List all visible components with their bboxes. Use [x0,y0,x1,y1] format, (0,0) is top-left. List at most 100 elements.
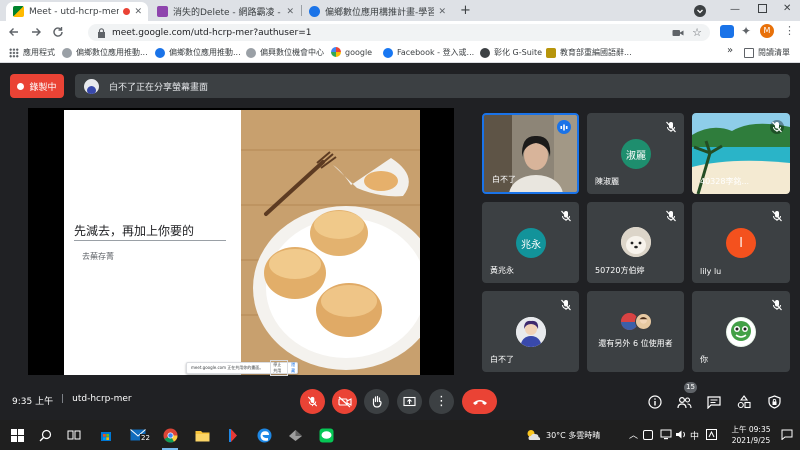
extensions-puzzle-icon[interactable]: ✦ [741,24,751,38]
microsoft-store-icon[interactable] [97,426,115,444]
chat-button[interactable] [704,392,724,412]
more-options-button[interactable]: ⋮ [429,389,454,414]
present-now-button[interactable] [397,389,422,414]
participant-tile-self[interactable]: 你 [692,291,790,372]
bookmark-label: 偏興數位機會中心 [260,48,324,57]
line-app-icon[interactable] [317,426,335,444]
tab-search-icon[interactable] [694,5,706,17]
participant-avatar: 淑麗 [621,139,651,169]
clock-date: 2021/9/25 [731,436,771,445]
back-icon[interactable] [8,26,20,38]
notification-center-icon[interactable] [781,429,793,440]
bookmark-item[interactable]: google [331,47,372,57]
address-bar[interactable]: meet.google.com/utd-hcrp-mer?authuser=1 … [88,24,710,41]
participant-tile[interactable]: l lily lu [692,202,790,283]
bookmark-star-icon[interactable]: ☆ [692,26,702,39]
tab-learning-center[interactable]: 偏鄉數位應用構推計畫-學習中心 ✕ [302,2,452,21]
raise-hand-button[interactable] [364,389,389,414]
browser-tab-strip: Meet - utd-hcrp-mer ✕ 消失的Delete - 網路霸凌 -… [0,0,800,21]
hangup-phone-icon [472,399,487,405]
more-vert-icon: ⋮ [435,394,448,409]
tab-meet[interactable]: Meet - utd-hcrp-mer ✕ [6,2,148,21]
reading-list-label: 閱讀清單 [758,48,790,57]
camera-blocked-icon[interactable] [672,28,684,38]
bookmarks-bar: 應用程式 偏鄉數位應用推動... 偏鄉數位應用推動... 偏興數位機會中心 go… [0,43,800,63]
forward-icon[interactable] [30,26,42,38]
close-icon[interactable]: ✕ [286,7,294,17]
meeting-info: 9:35 上午 | utd-hcrp-mer [12,394,132,407]
search-icon[interactable] [36,426,54,444]
show-hidden-icons-chevron-icon[interactable]: ︿ [629,428,638,441]
toggle-camera-button[interactable] [332,389,357,414]
stop-sharing-button[interactable]: 停止共用 [270,360,289,376]
menu-kebab-icon[interactable]: ⋮ [784,24,795,38]
bookmark-item[interactable]: 偏鄉數位應用推動... [155,47,241,58]
speaking-indicator-icon [557,120,571,134]
facebook-icon [383,47,393,58]
participant-tile[interactable]: 白不了 [482,291,579,372]
close-icon[interactable]: ✕ [134,7,142,17]
bookmark-item[interactable]: 偏興數位機會中心 [246,47,324,58]
ime-mode-icon[interactable] [706,429,717,440]
slide-divider [74,240,226,241]
share-notice-text: meet.google.com 正在共用你的畫面。 [191,365,264,370]
window-close-icon[interactable]: ✕ [783,3,791,14]
participant-tile-others[interactable]: 還有另外 6 位使用者 [587,291,684,372]
bookmark-item[interactable]: 偏鄉數位應用推動... [62,47,148,58]
task-view-icon[interactable] [65,426,83,444]
bookmark-item[interactable]: Facebook - 登入或... [383,47,474,58]
toggle-mic-button[interactable] [300,389,325,414]
close-icon[interactable]: ✕ [438,7,446,17]
app-diamond-icon[interactable] [286,426,304,444]
reading-list-button[interactable]: 閱讀清單 [744,47,790,58]
chrome-icon[interactable] [161,426,179,450]
activities-button[interactable] [734,392,754,412]
hide-notice-button[interactable]: 隱藏 [291,362,297,374]
weather-widget[interactable]: 30°C 多雲時晴 [526,429,600,441]
mic-off-icon [666,121,676,133]
onedrive-icon[interactable] [643,430,653,440]
participant-avatar: l [726,228,756,258]
minimize-icon[interactable]: — [730,4,740,15]
recording-indicator[interactable]: 錄製中 [10,74,64,98]
leave-call-button[interactable] [462,389,497,414]
participant-tile-speaking[interactable]: 白不了 [482,113,579,194]
participant-name: 白不了 [490,355,514,364]
meet-extension-icon[interactable] [720,25,734,38]
bookmark-label: 偏鄉數位應用推動... [76,48,148,57]
bookmark-item[interactable]: 彰化 G-Suite [480,47,542,58]
tab-delete[interactable]: 消失的Delete - 網路霸凌 - 網路 ✕ [150,2,300,21]
reload-icon[interactable] [52,26,64,38]
participant-tile[interactable]: 50720方伯婷 [587,202,684,283]
profile-avatar[interactable]: M [760,24,774,38]
globe-icon [309,6,320,17]
host-controls-button[interactable] [764,392,784,412]
windows-start-icon[interactable] [8,426,26,444]
app-arrow-icon[interactable] [224,426,242,444]
bookmarks-more-button[interactable]: » [727,45,733,56]
mail-icon[interactable]: 22 [129,426,151,444]
bookmark-label: 彰化 G-Suite [494,48,543,57]
bookmark-item[interactable]: 教育部重編國語辭... [546,47,632,58]
participant-tile[interactable]: 40328李銘... [692,113,790,194]
present-screen-icon [403,396,416,406]
participant-tile[interactable]: 淑麗 陳淑麗 [587,113,684,194]
partly-cloudy-icon [526,429,541,441]
network-icon[interactable] [660,429,672,440]
input-method-indicator[interactable]: 中 [690,429,699,442]
volume-icon[interactable] [675,429,687,440]
edge-icon[interactable] [255,426,273,444]
lock-icon [97,27,106,38]
meeting-details-button[interactable] [645,392,665,412]
chat-icon [707,395,721,409]
participant-tile[interactable]: 兆永 黃兆永 [482,202,579,283]
system-clock[interactable]: 上午 09:35 2021/9/25 [726,424,776,446]
new-tab-button[interactable]: + [460,2,471,19]
show-everyone-button[interactable] [674,392,694,412]
purple-site-icon [157,6,168,17]
file-explorer-icon[interactable] [193,426,211,444]
url-text: meet.google.com/utd-hcrp-mer?authuser=1 [112,27,312,38]
bookmark-apps[interactable]: 應用程式 [9,47,55,58]
participant-avatar [621,227,651,257]
maximize-icon[interactable] [758,4,767,13]
